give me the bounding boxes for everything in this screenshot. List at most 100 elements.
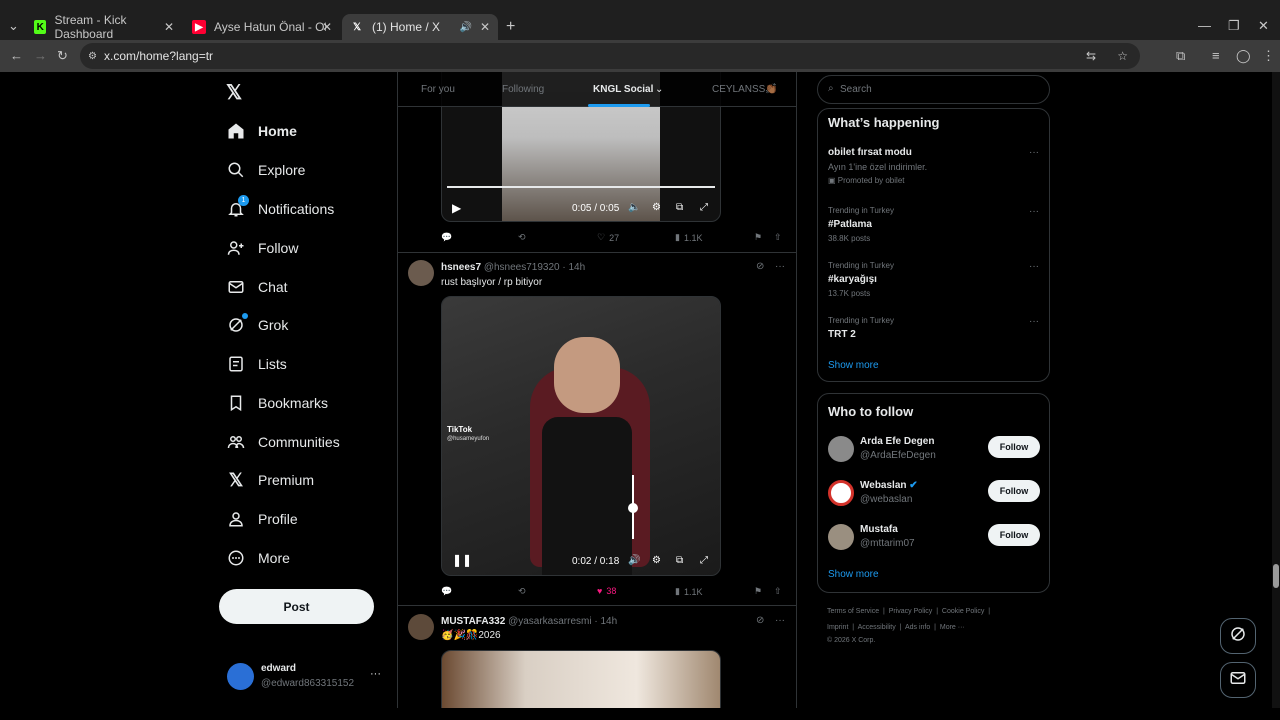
video-progress[interactable] <box>447 186 715 188</box>
author-handle[interactable]: @yasarkasarresmi <box>508 616 592 627</box>
more-dots-icon[interactable]: ··· <box>775 615 785 626</box>
follow-suggestion[interactable]: Webaslan ✔ @webaslan Follow <box>828 480 1040 510</box>
more-dots-icon[interactable]: ··· <box>1029 316 1039 327</box>
follow-suggestion[interactable]: Mustafa @mttarim07 Follow <box>828 524 1040 554</box>
reply-icon[interactable]: 💬 <box>441 232 452 243</box>
more-dots-icon[interactable]: ··· <box>1029 206 1039 217</box>
close-icon[interactable]: ✕ <box>480 20 490 34</box>
audio-playing-icon[interactable]: 🔊 <box>460 22 472 33</box>
bookmark-icon[interactable]: ⚑ <box>754 232 762 243</box>
follow-button[interactable]: Follow <box>988 524 1040 546</box>
nav-home[interactable]: Home <box>226 121 297 141</box>
nav-follow[interactable]: Follow <box>226 238 298 258</box>
more-dots-icon[interactable]: ··· <box>775 261 785 272</box>
follow-button[interactable]: Follow <box>988 436 1040 458</box>
pause-icon[interactable]: ❚❚ <box>452 553 472 567</box>
extensions-icon[interactable]: ⧉ <box>1176 48 1185 64</box>
footer-link[interactable]: Privacy Policy <box>889 608 933 615</box>
trend-item[interactable]: obilet fırsat modu Ayın 1'ine özel indir… <box>828 147 927 185</box>
volume-icon[interactable]: 🔈 <box>628 202 640 213</box>
nav-profile[interactable]: Profile <box>226 509 298 529</box>
bookmark-icon[interactable]: ⚑ <box>754 586 762 597</box>
post-button[interactable]: Post <box>219 589 374 624</box>
tab-ceylanss[interactable]: CEYLANSS👏🏾 <box>712 84 778 95</box>
browser-tab-x[interactable]: 𝕏 (1) Home / X 🔊 ✕ <box>342 14 498 40</box>
more-dots-icon[interactable]: ··· <box>370 668 381 680</box>
post-age[interactable]: · 14h <box>594 616 617 627</box>
nav-notifications[interactable]: 1 Notifications <box>226 195 334 219</box>
fullscreen-icon[interactable]: ⤢ <box>700 202 708 213</box>
views-button[interactable]: ▮ 1.1K <box>675 586 702 597</box>
translate-icon[interactable]: ⇆ <box>1086 49 1096 63</box>
nav-explore[interactable]: Explore <box>226 160 305 180</box>
tab-kngl-social[interactable]: KNGL Social <box>593 84 653 95</box>
footer-link[interactable]: Imprint <box>827 624 848 631</box>
scrollbar-thumb[interactable] <box>1273 564 1279 588</box>
volume-icon[interactable]: 🔊 <box>628 555 640 566</box>
close-icon[interactable]: ✕ <box>322 20 332 34</box>
footer-link[interactable]: Ads info <box>905 624 930 631</box>
menu-icon[interactable]: ⋮ <box>1262 48 1275 64</box>
post-age[interactable]: · 14h <box>562 262 585 273</box>
minimize-button[interactable]: — <box>1198 18 1211 33</box>
pip-icon[interactable]: ⧉ <box>676 202 683 213</box>
share-icon[interactable]: ⇧ <box>774 586 782 597</box>
close-window-button[interactable]: ✕ <box>1258 18 1269 34</box>
nav-lists[interactable]: Lists <box>226 354 287 374</box>
grok-fab[interactable] <box>1220 618 1256 654</box>
close-icon[interactable]: ✕ <box>164 20 174 34</box>
media-icon[interactable]: ≡ <box>1212 48 1220 63</box>
tab-search-icon[interactable]: ⌄ <box>8 18 19 34</box>
like-button[interactable]: ♥ 38 <box>597 586 616 596</box>
author-name[interactable]: hsnees7 <box>441 262 481 273</box>
post-media[interactable] <box>441 650 721 708</box>
tab-following[interactable]: Following <box>502 84 544 95</box>
reply-icon[interactable]: 💬 <box>441 586 452 597</box>
author-handle[interactable]: @hsnees719320 <box>484 262 560 273</box>
restore-button[interactable]: ❐ <box>1228 18 1240 34</box>
avatar[interactable] <box>408 614 434 640</box>
author-name[interactable]: MUSTAFA332 <box>441 616 505 627</box>
repost-icon[interactable]: ⟲ <box>518 586 526 597</box>
address-bar[interactable]: ⚙ x.com/home?lang=tr ⇆ ☆ <box>80 43 1140 69</box>
show-more-link[interactable]: Show more <box>828 569 879 580</box>
follow-suggestion[interactable]: Arda Efe Degen @ArdaEfeDegen Follow <box>828 436 1040 466</box>
account-switcher[interactable]: edward @edward863315152 ··· <box>220 660 390 694</box>
trend-item[interactable]: Trending in Turkey TRT 2 <box>828 316 894 340</box>
nav-bookmarks[interactable]: Bookmarks <box>226 393 328 413</box>
show-more-link[interactable]: Show more <box>828 360 879 371</box>
x-logo-icon[interactable]: 𝕏 <box>226 80 242 105</box>
nav-premium[interactable]: 𝕏 Premium <box>226 470 314 490</box>
like-button[interactable]: ♡ 27 <box>597 232 619 243</box>
back-icon[interactable]: ← <box>10 48 23 63</box>
follow-button[interactable]: Follow <box>988 480 1040 502</box>
footer-link[interactable]: Cookie Policy <box>942 608 984 615</box>
trend-item[interactable]: Trending in Turkey #karyağışı 13.7K post… <box>828 261 894 298</box>
repost-icon[interactable]: ⟲ <box>518 232 526 243</box>
footer-link[interactable]: Accessibility <box>858 624 896 631</box>
pip-icon[interactable]: ⧉ <box>676 555 683 566</box>
more-dots-icon[interactable]: ··· <box>1029 147 1039 158</box>
play-icon[interactable]: ▶ <box>452 201 461 215</box>
nav-grok[interactable]: Grok <box>226 313 288 335</box>
more-dots-icon[interactable]: ··· <box>1029 261 1039 272</box>
reload-icon[interactable]: ↻ <box>57 48 68 64</box>
nav-communities[interactable]: Communities <box>226 432 340 452</box>
grok-icon[interactable]: ⊘ <box>756 615 764 626</box>
settings-icon[interactable]: ⚙ <box>652 555 661 566</box>
volume-slider-thumb[interactable] <box>628 503 638 513</box>
page-scrollbar[interactable] <box>1272 72 1280 708</box>
footer-link[interactable]: Terms of Service <box>827 608 879 615</box>
account-icon[interactable]: ◯ <box>1236 48 1251 64</box>
new-tab-button[interactable]: + <box>506 18 515 36</box>
grok-icon[interactable]: ⊘ <box>756 261 764 272</box>
chevron-down-icon[interactable]: ⌄ <box>655 84 663 95</box>
star-icon[interactable]: ☆ <box>1117 49 1128 63</box>
views-button[interactable]: ▮ 1.1K <box>675 232 702 243</box>
forward-icon[interactable]: → <box>34 48 47 63</box>
browser-tab-youtube[interactable]: ▶ Ayse Hatun Önal - Olay - YouTu ✕ <box>184 14 340 40</box>
avatar[interactable] <box>408 260 434 286</box>
messages-fab[interactable] <box>1220 662 1256 698</box>
footer-link[interactable]: More ··· <box>940 624 965 631</box>
browser-tab-kick[interactable]: K Stream - Kick Dashboard ✕ <box>26 13 182 41</box>
